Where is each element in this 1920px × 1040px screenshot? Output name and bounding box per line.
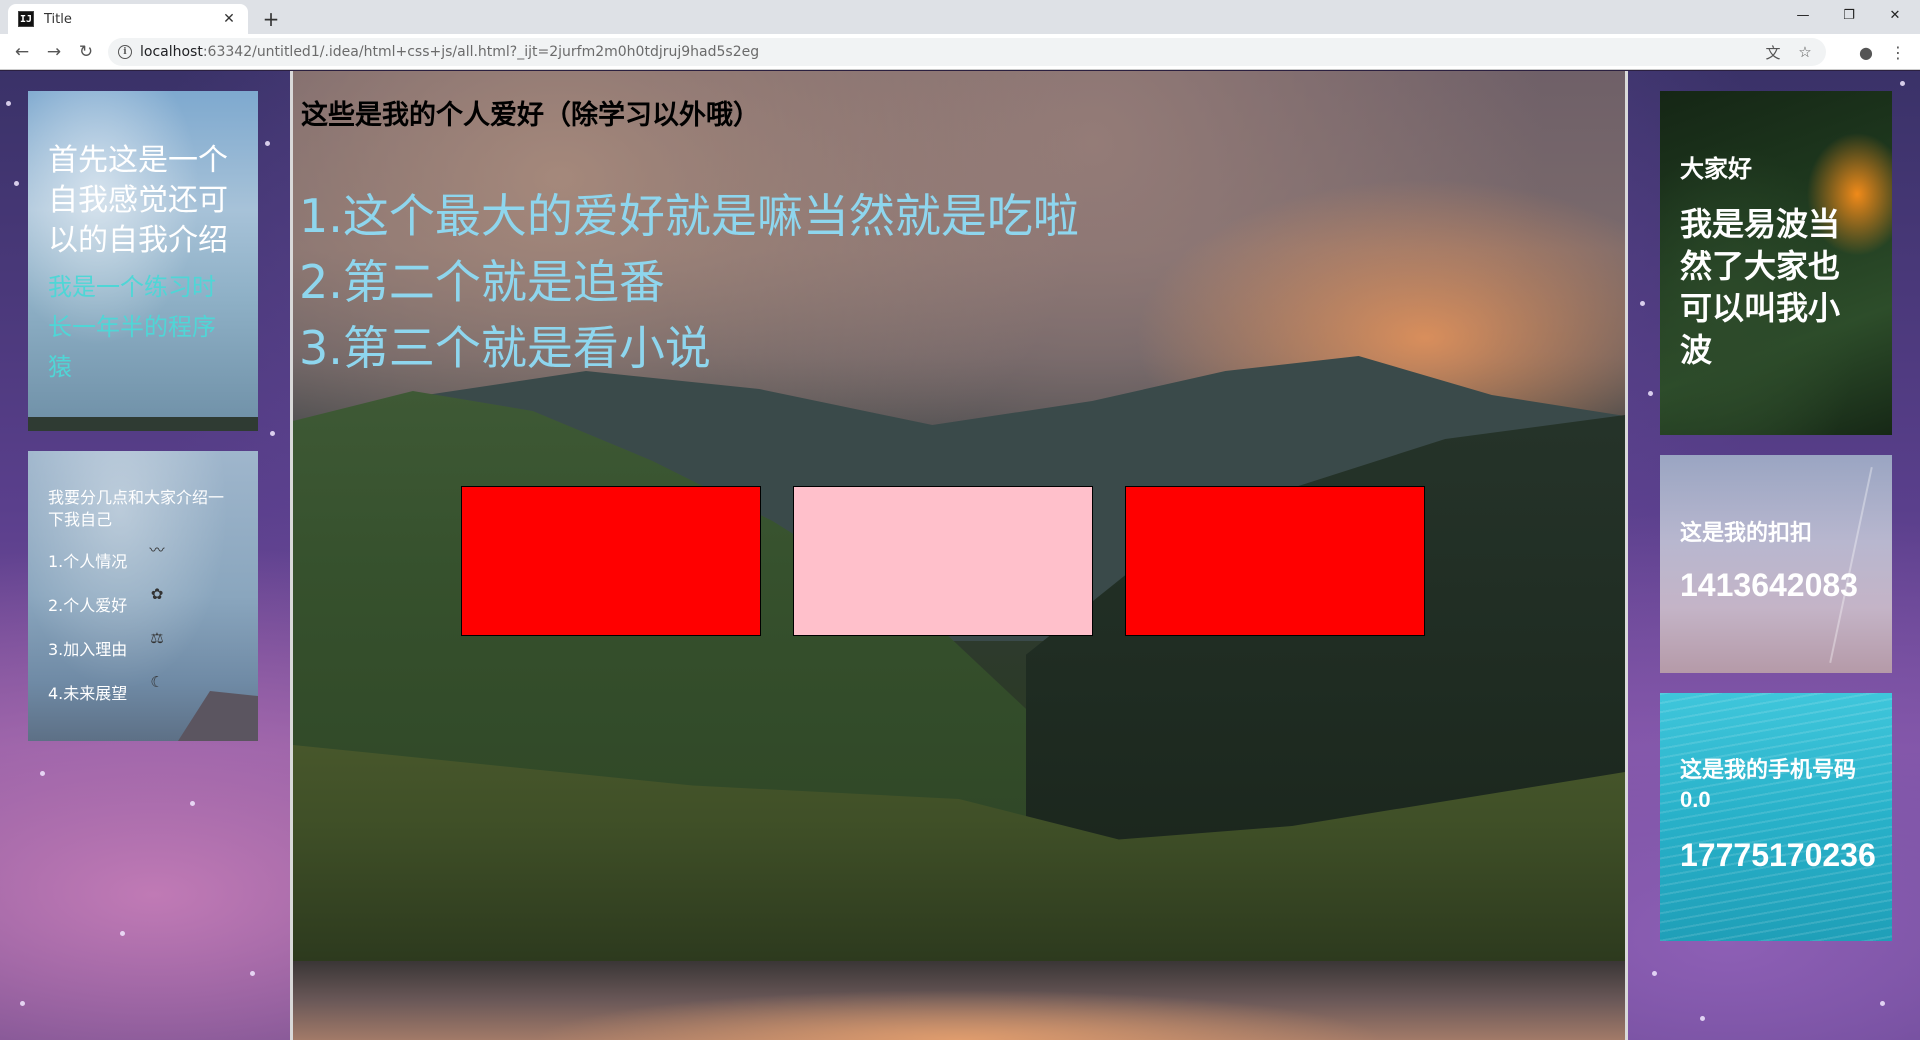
browser-tab[interactable]: IJ Title ✕ <box>8 4 248 34</box>
greeting-text: 大家好 <box>1680 156 1752 183</box>
star-dot <box>1880 1001 1885 1006</box>
red-box-left[interactable] <box>461 486 761 636</box>
new-tab-button[interactable]: + <box>258 6 284 32</box>
url-path: :63342/untitled1/.idea/html+css+js/all.h… <box>202 44 760 60</box>
card-hill <box>178 691 258 741</box>
card-pole <box>1829 466 1873 664</box>
hobby-item-3: 3.第三个就是看小说 <box>299 321 711 375</box>
outline-heading: 我要分几点和大家介绍一下我自己 <box>48 488 225 529</box>
page-viewport: 首先这是一个自我感觉还可以的自我介绍 我是一个练习时长一年半的程序猿 我要分几点… <box>0 71 1920 1040</box>
star-dot <box>265 141 270 146</box>
browser-tab-bar: IJ Title ✕ + — ❐ ✕ <box>0 0 1920 34</box>
star-dot <box>1648 391 1653 396</box>
outline-card: 我要分几点和大家介绍一下我自己 1.个人情况 〰 2.个人爱好 ✿ 3.加入理由… <box>28 451 258 741</box>
phone-card: 这是我的手机号码0.0 17775170236 <box>1660 693 1892 941</box>
star-dot <box>190 801 195 806</box>
phone-number: 17775170236 <box>1680 837 1876 873</box>
star-dot <box>250 971 255 976</box>
card-ground <box>28 417 258 431</box>
moon-icon: ☾ <box>150 673 164 691</box>
phone-label: 这是我的手机号码0.0 <box>1680 757 1857 812</box>
translate-icon[interactable]: 文 <box>1760 38 1786 66</box>
intro-card: 首先这是一个自我感觉还可以的自我介绍 我是一个练习时长一年半的程序猿 <box>28 91 258 431</box>
star-dot <box>14 181 19 186</box>
star-dot <box>20 1001 25 1006</box>
star-dot <box>1900 81 1905 86</box>
star-dot <box>1700 1016 1705 1021</box>
tab-title: Title <box>44 11 72 27</box>
hobbies-panel: 这些是我的个人爱好（除学习以外哦） 1.这个最大的爱好就是嘛当然就是吃啦 2.第… <box>290 71 1628 1040</box>
qq-card: 这是我的扣扣 1413642083 <box>1660 455 1892 673</box>
close-window-icon[interactable]: ✕ <box>1872 0 1918 30</box>
reload-icon[interactable]: ↻ <box>72 38 100 66</box>
repeated-background-image <box>293 961 1625 1040</box>
address-bar[interactable]: i localhost:63342/untitled1/.idea/html+c… <box>108 38 1826 66</box>
mustache-icon: 〰 <box>149 541 165 559</box>
pink-box-middle[interactable] <box>793 486 1093 636</box>
star-dot <box>1652 971 1657 976</box>
star-dot <box>120 931 125 936</box>
greeting-card: 大家好 我是易波当然了大家也可以叫我小波 <box>1660 91 1892 435</box>
tab-close-icon[interactable]: ✕ <box>220 11 238 27</box>
intellij-favicon-icon: IJ <box>18 11 34 27</box>
account-icon[interactable]: ● <box>1852 38 1880 66</box>
star-icon[interactable]: ☆ <box>1792 38 1818 66</box>
scale-icon: ⚖ <box>150 629 164 647</box>
qq-number: 1413642083 <box>1680 567 1858 603</box>
star-dot <box>6 101 11 106</box>
red-box-right[interactable] <box>1125 486 1425 636</box>
hobby-item-1: 1.这个最大的爱好就是嘛当然就是吃啦 <box>299 189 1079 243</box>
intro-title: 首先这是一个自我感觉还可以的自我介绍 <box>48 143 228 258</box>
url-host: localhost <box>140 44 203 60</box>
name-intro-text: 我是易波当然了大家也可以叫我小波 <box>1680 206 1841 368</box>
star-dot <box>40 771 45 776</box>
browser-toolbar: ← → ↻ i localhost:63342/untitled1/.idea/… <box>0 34 1920 70</box>
hobby-item-2: 2.第二个就是追番 <box>299 255 665 309</box>
star-dot <box>1640 301 1645 306</box>
hobbies-heading: 这些是我的个人爱好（除学习以外哦） <box>301 100 760 131</box>
star-dot <box>270 431 275 436</box>
restore-icon[interactable]: ❐ <box>1826 0 1872 30</box>
intro-subtitle: 我是一个练习时长一年半的程序猿 <box>48 273 216 381</box>
forward-arrow-icon[interactable]: → <box>40 38 68 66</box>
kebab-menu-icon[interactable]: ⋮ <box>1884 38 1912 66</box>
minimize-icon[interactable]: — <box>1780 0 1826 30</box>
rose-icon: ✿ <box>150 585 164 603</box>
qq-label: 这是我的扣扣 <box>1680 520 1813 545</box>
back-arrow-icon[interactable]: ← <box>8 38 36 66</box>
info-icon[interactable]: i <box>118 45 132 59</box>
